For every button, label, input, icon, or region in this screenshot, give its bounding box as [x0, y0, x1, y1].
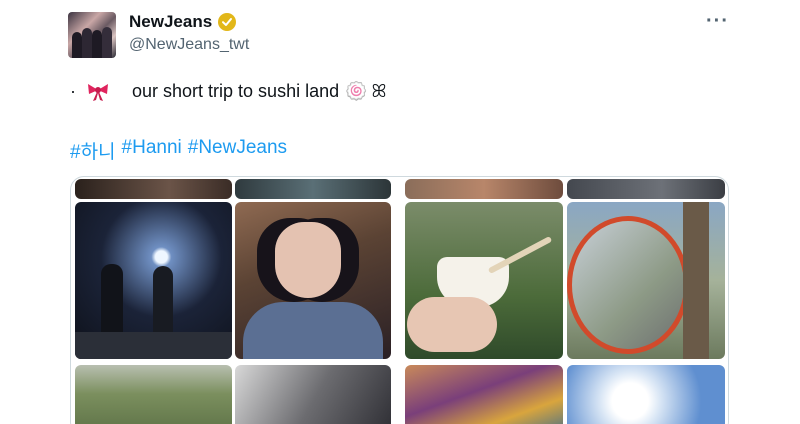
tree-photo[interactable]: [75, 365, 232, 424]
ribbon-icon: [88, 83, 108, 101]
spoon: [487, 235, 553, 275]
ice-cream-photo[interactable]: [405, 202, 563, 359]
avatar-figure: [102, 27, 112, 58]
hashtag-hani[interactable]: #하니: [70, 137, 116, 164]
tweet-text: · our short trip to sushi land 🍥 ꕤ: [70, 81, 387, 102]
building-photo[interactable]: [235, 365, 391, 424]
tweet-body: our short trip to sushi land: [132, 81, 340, 101]
decoration-icon: ꕤ: [371, 81, 387, 101]
avatar-figure: [92, 30, 102, 58]
avatar[interactable]: [68, 12, 116, 58]
hashtag-hanni[interactable]: #Hanni: [122, 137, 182, 164]
avatar-figure: [82, 28, 92, 58]
verified-badge-icon[interactable]: [218, 13, 237, 31]
selfie-photo[interactable]: [235, 202, 391, 359]
media-grid[interactable]: [70, 176, 729, 424]
painting-photo[interactable]: [405, 365, 563, 424]
bullet: ·: [70, 81, 76, 101]
sweater: [243, 302, 383, 359]
handle[interactable]: @NewJeans_twt: [129, 36, 249, 54]
avatar-figure: [72, 32, 82, 58]
photo-tile[interactable]: [567, 179, 725, 199]
display-name[interactable]: NewJeans: [129, 12, 212, 32]
author-row: NewJeans: [129, 12, 237, 32]
tree-trunk: [683, 202, 709, 359]
street-ground: [75, 332, 232, 359]
night-street-photo[interactable]: [75, 202, 232, 359]
hand: [407, 297, 497, 352]
mirror-photo[interactable]: [567, 202, 725, 359]
sky-photo[interactable]: [567, 365, 725, 424]
photo-tile[interactable]: [75, 179, 232, 199]
hashtag-newjeans[interactable]: #NewJeans: [188, 137, 287, 164]
photo-tile[interactable]: [405, 179, 563, 199]
convex-mirror: [567, 216, 689, 354]
more-options-icon[interactable]: ···: [706, 10, 729, 33]
hashtags: #하니 #Hanni #NewJeans: [70, 137, 287, 164]
fish-cake-icon: 🍥: [345, 81, 368, 101]
photo-tile[interactable]: [235, 179, 391, 199]
face: [275, 222, 341, 298]
